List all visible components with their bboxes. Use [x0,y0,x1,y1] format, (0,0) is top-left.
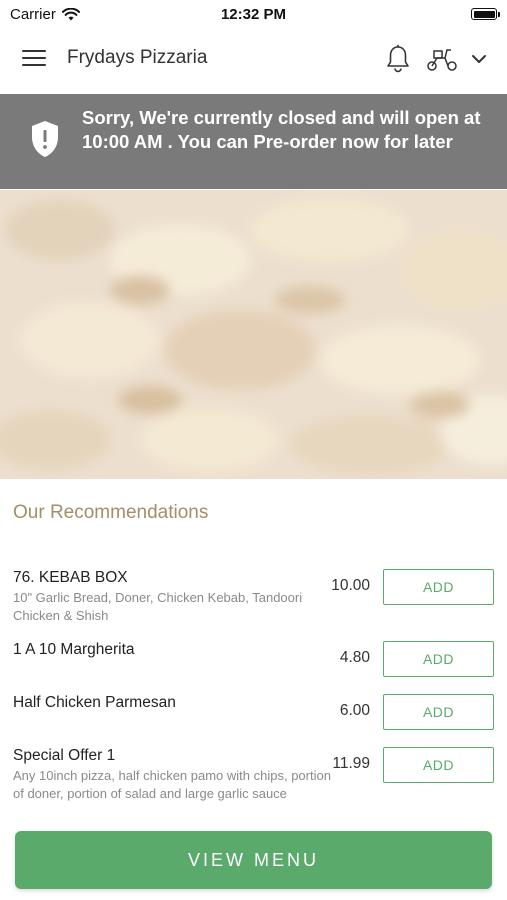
wifi-icon [61,7,80,20]
hero-image [0,190,507,479]
item-description: Any 10inch pizza, half chicken pamo with… [13,768,331,801]
shield-alert-icon [32,121,58,157]
add-button[interactable]: ADD [383,694,494,730]
item-price: 10.00 [331,577,370,594]
item-price: 6.00 [339,702,370,719]
add-button[interactable]: ADD [383,569,494,605]
item-name: 1 A 10 Margherita [13,641,135,658]
carrier-label: Carrier [10,5,56,23]
item-description: 10" Garlic Bread, Doner, Chicken Kebab, … [13,590,303,623]
chevron-down-icon[interactable] [470,50,488,68]
page-title: Frydays Pizzaria [67,47,208,68]
add-button[interactable]: ADD [383,747,494,783]
view-menu-button[interactable]: VIEW MENU [15,831,492,889]
menu-icon[interactable] [22,50,46,70]
closed-banner: Sorry, We're currently closed and will o… [0,94,507,189]
item-price: 11.99 [332,755,370,772]
section-title: Our Recommendations [13,502,209,523]
scooter-icon[interactable] [426,46,458,72]
bell-icon[interactable] [385,44,411,74]
closed-message: Sorry, We're currently closed and will o… [82,107,481,152]
item-name: 76. KEBAB BOX [13,569,128,586]
battery-icon [471,8,500,20]
item-price: 4.80 [339,649,370,666]
status-left: Carrier [10,6,80,23]
add-button[interactable]: ADD [383,641,494,677]
item-name: Special Offer 1 [13,747,116,764]
app-header: Frydays Pizzaria [0,28,507,92]
status-bar: Carrier 12:32 PM [0,0,507,28]
item-name: Half Chicken Parmesan [13,694,176,711]
